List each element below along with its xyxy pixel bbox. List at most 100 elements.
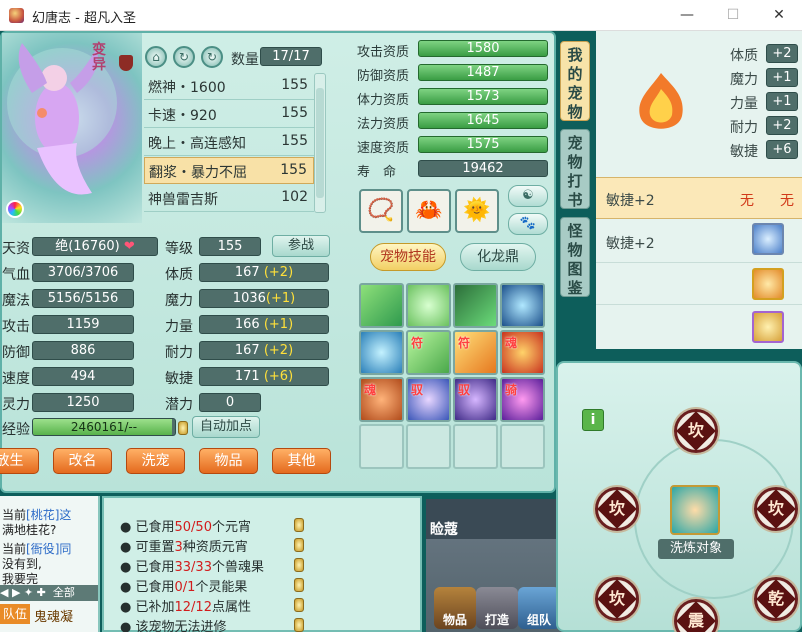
wash-pet-button[interactable]: 洗宠 (126, 448, 185, 474)
battle-button[interactable]: 参战 (272, 235, 330, 257)
tab-pet-skills[interactable]: 宠物技能 (370, 243, 446, 271)
window-titlebar: 幻唐志 - 超凡入圣 — ☐ ✕ (0, 0, 802, 31)
skill-slot[interactable]: 魂 (500, 330, 545, 375)
stat-label: 气血 (2, 267, 30, 283)
maximize-button[interactable]: ☐ (710, 0, 756, 31)
gear-skill-icon[interactable] (752, 223, 784, 255)
bagua-qian[interactable]: 乾 (754, 577, 798, 621)
skill-slot-empty[interactable] (500, 424, 545, 469)
exp-label: 经验 (2, 422, 30, 438)
attr-value: +1 (766, 92, 798, 111)
team-button[interactable]: 组队 (518, 587, 560, 629)
aptitude-value: 1575 (418, 136, 548, 153)
stat-label: 敏捷 (165, 371, 193, 387)
skill-slot[interactable]: 驭 (406, 377, 451, 422)
home-icon[interactable]: ⌂ (145, 46, 167, 68)
skill-slot[interactable]: 魂 (359, 377, 404, 422)
attr-value: +2 (766, 116, 798, 135)
refine-target-slot[interactable] (670, 485, 720, 535)
stat-row-selected[interactable]: 敏捷+2 无 无 (596, 177, 802, 219)
avatar-skill-icon[interactable] (752, 268, 784, 300)
bagua-zhen[interactable]: 震 (674, 599, 718, 632)
refine-target-label: 洗炼对象 (658, 539, 734, 559)
exp-bar: 2460161/-- (32, 418, 176, 436)
stat-value: 1159 (32, 315, 134, 334)
necklace-icon[interactable]: 🌞 (455, 189, 499, 233)
stat-label: 攻击 (2, 319, 30, 335)
coin-icon[interactable] (294, 538, 304, 552)
skill-slot-empty[interactable] (453, 424, 498, 469)
color-wheel-icon[interactable] (6, 200, 24, 218)
auto-add-points-button[interactable]: 自动加点 (192, 416, 260, 438)
stat-potential-value: 0 (199, 393, 261, 412)
bagua-kan-lower-left[interactable]: 坎 (595, 577, 639, 621)
hand-skill-icon[interactable] (752, 311, 784, 343)
scroll-thumb[interactable] (316, 88, 324, 198)
pet-list-item[interactable]: 神兽雷吉斯 102 (144, 185, 314, 212)
aptitude-label: 速度资质 (357, 141, 410, 156)
tab-pet-book[interactable]: 宠物打书 (560, 129, 590, 209)
team-channel-tab[interactable]: 队伍 (0, 604, 30, 624)
stat-value: 5156/5156 (32, 289, 134, 308)
coin-icon[interactable] (294, 598, 304, 612)
bagua-kan-top[interactable]: 坎 (674, 409, 718, 453)
rename-button[interactable]: 改名 (53, 448, 112, 474)
pet-count-label: 数量 (231, 52, 259, 68)
cycle-icon[interactable]: ↻ (201, 46, 223, 68)
info-icon[interactable]: i (582, 409, 604, 431)
tab-monster-guide[interactable]: 怪物图鉴 (560, 217, 590, 297)
pet-list-scrollbar[interactable] (314, 73, 326, 213)
stat-value: 1036(+1) (199, 289, 329, 308)
pet-list-item[interactable]: 晚上・高连感知 155 (144, 129, 314, 156)
stat-value: 171 (+6) (199, 367, 329, 386)
stat-label: 灵力 (2, 397, 30, 413)
skill-slot[interactable]: 骑 (500, 377, 545, 422)
skill-slot[interactable] (453, 283, 498, 328)
skill-slot[interactable]: 符 (453, 330, 498, 375)
coin-icon[interactable] (294, 578, 304, 592)
other-button[interactable]: 其他 (272, 448, 331, 474)
items-button[interactable]: 物品 (199, 448, 258, 474)
skill-slot[interactable] (359, 283, 404, 328)
skill-slot-empty[interactable] (359, 424, 404, 469)
skill-slot[interactable] (406, 283, 451, 328)
forge-button[interactable]: 打造 (476, 587, 518, 629)
stat-label: 天资 (2, 241, 30, 257)
pet-count-value: 17/17 (260, 47, 322, 66)
skill-slot[interactable]: 符 (406, 330, 451, 375)
info-line: ● 已食用33/33个兽魂果 (120, 560, 264, 575)
world-sign-text: 睑蔻 (430, 522, 458, 538)
refresh-icon[interactable]: ↻ (173, 46, 195, 68)
collar-icon[interactable]: 📿 (359, 189, 403, 233)
skill-slot[interactable] (500, 283, 545, 328)
minimize-button[interactable]: — (664, 0, 710, 31)
tab-my-pets[interactable]: 我的宠物 (560, 41, 590, 121)
pet-mutation-title: 变异 (92, 42, 106, 73)
armor-icon[interactable]: 🦀 (407, 189, 451, 233)
skill-slot-empty[interactable] (406, 424, 451, 469)
coin-icon[interactable] (294, 558, 304, 572)
close-button[interactable]: ✕ (756, 0, 802, 31)
coin-icon[interactable] (294, 618, 304, 632)
skill-slot[interactable] (359, 330, 404, 375)
stat-label: 魔力 (165, 293, 193, 309)
window-title: 幻唐志 - 超凡入圣 (32, 11, 136, 26)
yin-yang-icon[interactable]: ☯ (508, 185, 548, 207)
stat-value: 167 (+2) (199, 341, 329, 360)
tab-dragon-cauldron[interactable]: 化龙鼎 (460, 243, 536, 271)
pet-list-item[interactable]: 燃神・1600 155 (144, 73, 314, 100)
attr-value: +2 (766, 44, 798, 63)
stat-value: 886 (32, 341, 134, 360)
bagua-kan-left[interactable]: 坎 (595, 487, 639, 531)
pet-list-item[interactable]: 卡速・920 155 (144, 101, 314, 128)
coin-icon[interactable] (294, 518, 304, 532)
paw-icon[interactable]: 🐾 (508, 213, 548, 235)
info-line: ● 已食用0/1个灵能果 (120, 580, 248, 595)
game-scene: 变异 ⌂ ↻ ↻ 数量 17/17 燃神・1600 155 卡速・920 155 晚… (0, 31, 802, 632)
bagua-kan-right[interactable]: 坎 (754, 487, 798, 531)
skill-slot[interactable]: 驭 (453, 377, 498, 422)
items-bag-button[interactable]: 物品 (434, 587, 476, 629)
pet-list-item-selected[interactable]: 翻浆・暴力不屈 155 (144, 157, 314, 184)
release-button[interactable]: 放生 (0, 448, 39, 474)
chat-channel-bar[interactable]: ◀ ▶ ✦ ✚ 全部 (0, 585, 98, 601)
